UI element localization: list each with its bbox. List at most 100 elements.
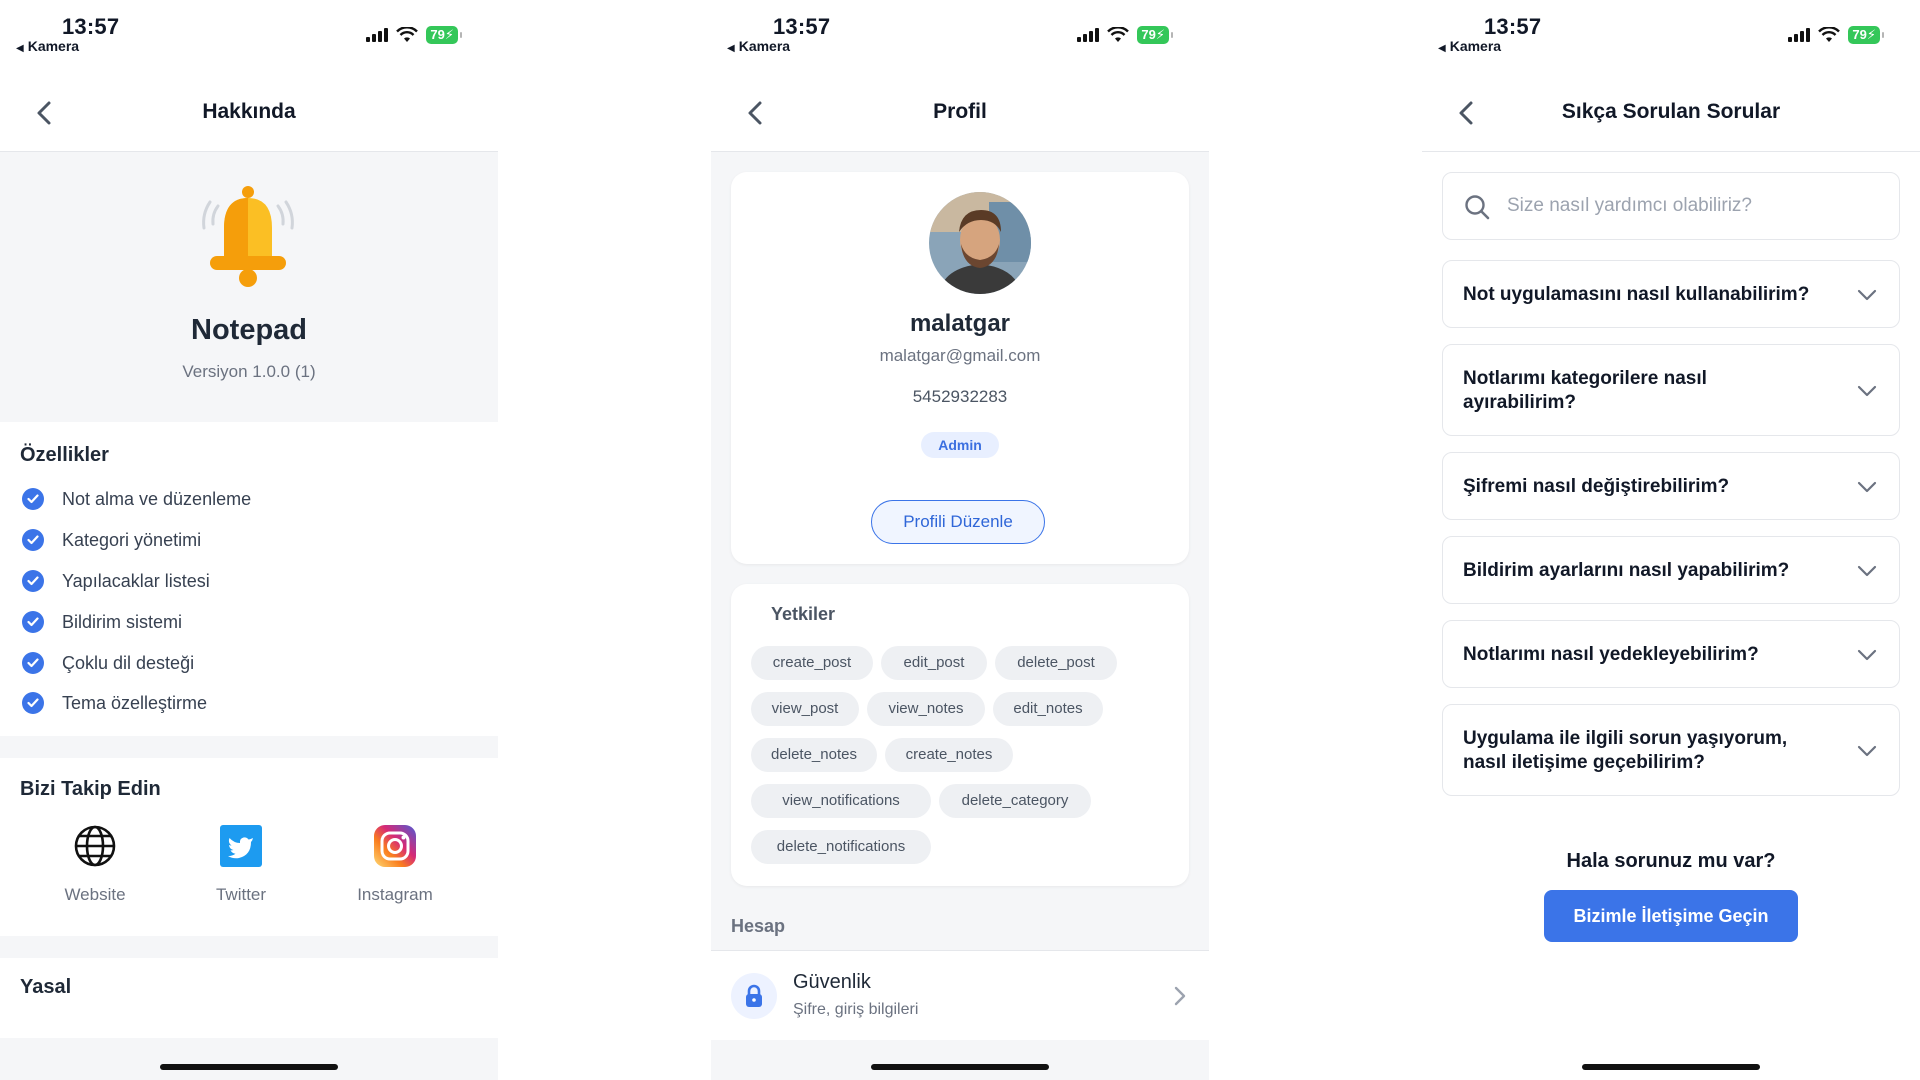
- instagram-icon: [374, 825, 416, 867]
- page-title: Profil: [933, 100, 987, 123]
- security-row[interactable]: Güvenlik Şifre, giriş bilgileri: [711, 950, 1209, 1040]
- check-icon: [22, 652, 44, 674]
- faq-question: Bildirim ayarlarını nasıl yapabilirim?: [1463, 560, 1790, 581]
- contact-us-button[interactable]: Bizimle İletişime Geçin: [1544, 890, 1798, 942]
- search-input[interactable]: Size nasıl yardımcı olabiliriz?: [1442, 172, 1900, 240]
- faq-question: Notlarımı kategorilere nasıl ayırabiliri…: [1463, 368, 1707, 413]
- chevron-down-icon: [1857, 745, 1877, 757]
- follow-title: Bizi Takip Edin: [20, 778, 161, 800]
- battery-indicator: 79⚡: [426, 26, 462, 44]
- faq-item[interactable]: Şifremi nasıl değiştirebilirim?: [1442, 452, 1900, 520]
- permission-chip: edit_notes: [993, 692, 1103, 726]
- security-subtitle: Şifre, giriş bilgileri: [793, 1001, 919, 1018]
- faq-item[interactable]: Uygulama ile ilgili sorun yaşıyorum, nas…: [1442, 704, 1900, 796]
- permission-chip: view_notes: [867, 692, 985, 726]
- faq-screen: 13:57 ◀ Kamera 79⚡ Sıkça Sorulan Sorular …: [1422, 0, 1920, 1080]
- permission-chip: create_post: [751, 646, 873, 680]
- home-indicator[interactable]: [871, 1064, 1049, 1070]
- bell-icon: [202, 186, 294, 287]
- status-bar: 13:57 ◀ Kamera 79⚡: [0, 0, 498, 74]
- search-placeholder: Size nasıl yardımcı olabiliriz?: [1507, 195, 1752, 216]
- features-title: Özellikler: [20, 444, 109, 466]
- edit-profile-button[interactable]: Profili Düzenle: [871, 500, 1045, 544]
- user-email: malatgar@gmail.com: [879, 346, 1041, 365]
- section-divider: [0, 1038, 498, 1080]
- navbar: Hakkında: [0, 74, 498, 152]
- chevron-down-icon: [1857, 565, 1877, 577]
- legal-title[interactable]: Yasal: [20, 976, 71, 999]
- check-icon: [22, 488, 44, 510]
- about-screen: 13:57 ◀ Kamera 79⚡ Hakkında Notepad Versi…: [0, 0, 498, 1080]
- status-bar: 13:57 ◀ Kamera 79⚡: [711, 0, 1209, 74]
- home-indicator[interactable]: [160, 1064, 338, 1070]
- navbar: Sıkça Sorulan Sorular: [1422, 74, 1920, 152]
- permission-chip: delete_category: [939, 784, 1091, 818]
- lock-icon: [746, 984, 762, 1007]
- username: malatgar: [909, 310, 1011, 337]
- feature-item: Çoklu dil desteği: [22, 652, 194, 674]
- app-info-header: Notepad Versiyon 1.0.0 (1): [0, 152, 498, 422]
- social-website[interactable]: Website: [30, 824, 160, 905]
- battery-indicator: 79⚡: [1848, 26, 1884, 44]
- profile-card: malatgar malatgar@gmail.com 5452932283 A…: [731, 172, 1189, 564]
- feature-item: Not alma ve düzenleme: [22, 488, 251, 510]
- lock-icon-badge: [731, 973, 777, 1019]
- help-text: Hala sorunuz mu var?: [1566, 850, 1776, 872]
- faq-item[interactable]: Bildirim ayarlarını nasıl yapabilirim?: [1442, 536, 1900, 604]
- check-icon: [22, 692, 44, 714]
- feature-item: Bildirim sistemi: [22, 611, 182, 633]
- app-name: Notepad: [191, 314, 307, 346]
- globe-icon: [74, 825, 116, 867]
- permission-chip: delete_notes: [751, 738, 877, 772]
- app-version: Versiyon 1.0.0 (1): [182, 362, 316, 381]
- wifi-icon: [1818, 27, 1841, 42]
- page-title: Sıkça Sorulan Sorular: [1561, 100, 1781, 123]
- faq-item[interactable]: Notlarımı nasıl yedekleyebilirim?: [1442, 620, 1900, 688]
- chevron-down-icon: [1857, 289, 1877, 301]
- wifi-icon: [396, 27, 419, 42]
- feature-item: Tema özelleştirme: [22, 692, 207, 714]
- status-time: 13:57: [1484, 14, 1542, 39]
- social-twitter[interactable]: Twitter: [176, 824, 306, 905]
- faq-item[interactable]: Notlarımı kategorilere nasıl ayırabiliri…: [1442, 344, 1900, 436]
- user-phone: 5452932283: [912, 387, 1008, 406]
- search-icon: [1465, 195, 1490, 220]
- wifi-icon: [1107, 27, 1130, 42]
- faq-item[interactable]: Not uygulamasını nasıl kullanabilirim?: [1442, 260, 1900, 328]
- home-indicator[interactable]: [1582, 1064, 1760, 1070]
- chevron-down-icon: [1857, 481, 1877, 493]
- chevron-down-icon: [1857, 385, 1877, 397]
- signal-icon: [366, 28, 389, 42]
- signal-icon: [1788, 28, 1811, 42]
- status-bar: 13:57 ◀ Kamera 79⚡: [1422, 0, 1920, 74]
- section-divider: [0, 736, 498, 758]
- check-icon: [22, 570, 44, 592]
- check-icon: [22, 529, 44, 551]
- role-badge: Admin: [921, 432, 999, 458]
- permissions-title: Yetkiler: [771, 604, 836, 624]
- back-to-app-link[interactable]: ◀ Kamera: [727, 38, 790, 54]
- social-instagram[interactable]: Instagram: [330, 824, 460, 905]
- permission-chip: create_notes: [885, 738, 1013, 772]
- back-to-app-link[interactable]: ◀ Kamera: [16, 38, 79, 54]
- profile-screen: 13:57 ◀ Kamera 79⚡ Profil malatgar malatg…: [711, 0, 1209, 1080]
- account-section-title: Hesap: [731, 916, 786, 936]
- permission-chip: delete_post: [995, 646, 1117, 680]
- permission-chip: delete_notifications: [751, 830, 931, 864]
- check-icon: [22, 611, 44, 633]
- twitter-icon: [220, 825, 262, 867]
- battery-indicator: 79⚡: [1137, 26, 1173, 44]
- chevron-right-icon: [1174, 986, 1186, 1006]
- faq-question: Uygulama ile ilgili sorun yaşıyorum, nas…: [1463, 728, 1788, 773]
- avatar: [929, 192, 1031, 294]
- faq-question: Şifremi nasıl değiştirebilirim?: [1463, 476, 1730, 497]
- page-title: Hakkında: [202, 100, 296, 123]
- navbar: Profil: [711, 74, 1209, 152]
- bottom-area: [711, 1040, 1209, 1080]
- chevron-down-icon: [1857, 649, 1877, 661]
- back-to-app-link[interactable]: ◀ Kamera: [1438, 38, 1501, 54]
- security-title: Güvenlik: [793, 971, 871, 993]
- status-time: 13:57: [62, 14, 120, 39]
- feature-item: Yapılacaklar listesi: [22, 570, 210, 592]
- section-divider: [0, 936, 498, 958]
